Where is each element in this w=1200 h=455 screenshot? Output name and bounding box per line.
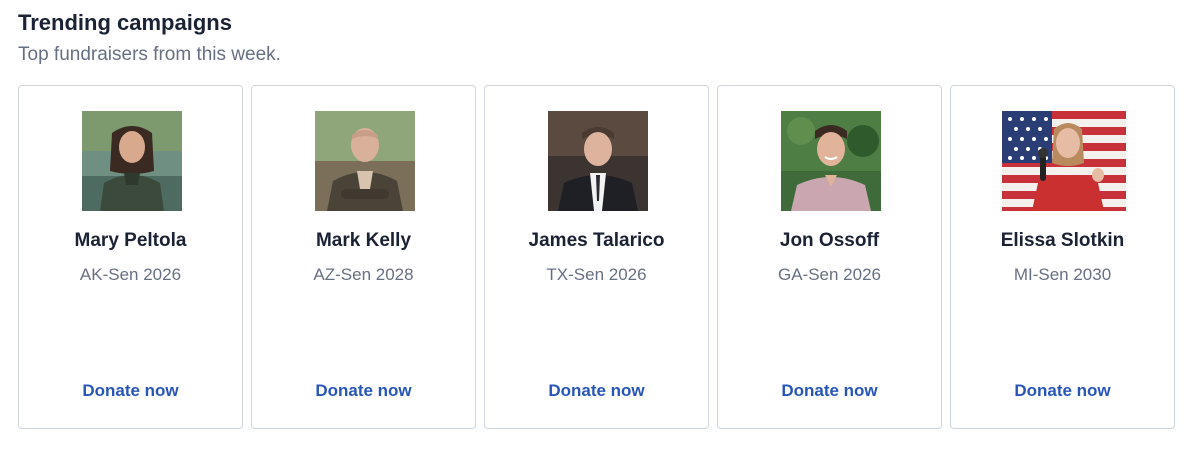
donate-now-link[interactable]: Donate now xyxy=(718,380,941,402)
section-title: Trending campaigns xyxy=(18,10,232,35)
candidate-race: MI-Sen 2030 xyxy=(1013,265,1112,284)
candidate-race: GA-Sen 2026 xyxy=(777,265,881,284)
section-subtitle: Top fundraisers from this week. xyxy=(18,44,281,65)
donate-now-link[interactable]: Donate now xyxy=(951,380,1174,402)
candidate-name[interactable]: James Talarico xyxy=(485,229,708,253)
candidate-photo[interactable] xyxy=(315,111,415,211)
campaign-card[interactable]: Mark Kelly AZ-Sen 2028 Donate now xyxy=(251,85,476,429)
candidate-name[interactable]: Mark Kelly xyxy=(252,229,475,253)
campaign-card[interactable]: Mary Peltola AK-Sen 2026 Donate now xyxy=(18,85,243,429)
candidate-photo[interactable] xyxy=(548,111,648,211)
candidate-race: AK-Sen 2026 xyxy=(79,265,182,284)
campaign-card-list: Mary Peltola AK-Sen 2026 Donate now Mark… xyxy=(18,85,1175,429)
candidate-race: AZ-Sen 2028 xyxy=(313,265,414,284)
donate-now-link[interactable]: Donate now xyxy=(485,380,708,402)
candidate-photo[interactable] xyxy=(781,111,881,211)
candidate-name[interactable]: Jon Ossoff xyxy=(718,229,941,253)
candidate-photo[interactable] xyxy=(82,111,182,211)
campaign-card[interactable]: James Talarico TX-Sen 2026 Donate now xyxy=(484,85,709,429)
candidate-name[interactable]: Mary Peltola xyxy=(19,229,242,253)
campaign-card[interactable]: Jon Ossoff GA-Sen 2026 Donate now xyxy=(717,85,942,429)
donate-now-link[interactable]: Donate now xyxy=(252,380,475,402)
candidate-photo[interactable] xyxy=(1002,111,1126,211)
campaign-card[interactable]: Elissa Slotkin MI-Sen 2030 Donate now xyxy=(950,85,1175,429)
donate-now-link[interactable]: Donate now xyxy=(19,380,242,402)
candidate-name[interactable]: Elissa Slotkin xyxy=(951,229,1174,253)
candidate-race: TX-Sen 2026 xyxy=(546,265,647,284)
